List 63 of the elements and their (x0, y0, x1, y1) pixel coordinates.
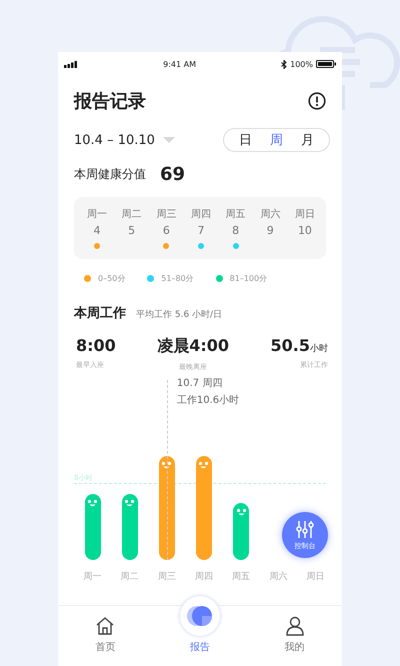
chart-bar[interactable] (122, 494, 138, 560)
weekday-label: 周日 (294, 208, 315, 221)
health-score-label: 本周健康分值 (74, 166, 146, 183)
date-label: 9 (266, 224, 274, 237)
axis-label: 周六 (268, 570, 288, 583)
weekday-label: 周三 (156, 208, 176, 221)
date-range-dropdown[interactable]: 10.4 – 10.10 (74, 132, 175, 148)
smiley-icon (124, 499, 136, 508)
nav-tab[interactable]: 首页 (70, 606, 140, 666)
axis-label: 周日 (305, 571, 326, 583)
chart-bar[interactable] (84, 494, 101, 560)
stat-value: 50.5 (270, 336, 310, 355)
nav-tab[interactable]: 报告 (164, 591, 235, 666)
average-work-text: 平均工作 5.6 小时/日 (136, 308, 222, 321)
signal-icon (64, 60, 78, 68)
axis-label: 周五 (231, 571, 252, 583)
period-tab[interactable]: 日 (230, 129, 261, 151)
weekday-label: 周六 (260, 208, 280, 221)
battery-icon (316, 60, 336, 68)
chart-bar[interactable] (233, 502, 250, 560)
date-label: 8 (232, 224, 240, 237)
nav-tab[interactable]: 我的 (260, 606, 330, 666)
tooltip-text: 工作10.6小时 (176, 394, 240, 407)
weekday-label: 周二 (122, 208, 142, 221)
legend-label: 0–50分 (98, 273, 126, 284)
smiley-icon (236, 508, 247, 517)
weekday-label: 周五 (226, 208, 246, 221)
stat-unit: 小时 (310, 342, 328, 355)
bluetooth-icon (281, 60, 288, 68)
period-tab[interactable]: 月 (292, 129, 323, 151)
stat-value: 8:00 (76, 336, 116, 355)
smiley-icon (198, 461, 210, 470)
chart-icon (180, 596, 220, 636)
health-score: 69 (160, 164, 186, 185)
sliders-icon (295, 519, 315, 539)
period-tab[interactable]: 周 (261, 129, 292, 151)
legend-label: 81–100分 (230, 273, 268, 284)
axis-label: 周四 (194, 571, 214, 583)
date-label: 7 (197, 224, 204, 237)
person-icon (284, 616, 305, 636)
date-label: 4 (94, 224, 100, 237)
chart-bar[interactable] (158, 456, 175, 560)
caret-icon (162, 136, 175, 144)
smiley-icon (87, 499, 98, 508)
axis-label: 周三 (156, 571, 177, 583)
tooltip-text: 10.7 周四 (176, 377, 224, 390)
weekday-label: 周一 (87, 208, 107, 221)
weekday-label: 周四 (190, 208, 211, 221)
home-icon (95, 616, 116, 636)
section-title: 本周工作 (74, 305, 126, 322)
status-time: 9:41 AM (163, 60, 196, 68)
axis-label: 周二 (120, 571, 140, 583)
date-label: 6 (162, 224, 170, 237)
battery-level: 100% (290, 60, 313, 68)
info-icon[interactable] (308, 92, 326, 110)
axis-label: 周一 (82, 571, 103, 583)
stat-value: 凌晨4:00 (157, 336, 230, 357)
smiley-icon (161, 461, 172, 470)
chart-bar[interactable] (196, 456, 212, 560)
legend-label: 51–80分 (161, 273, 194, 284)
page-title: 报告记录 (74, 90, 146, 113)
date-label: 5 (128, 224, 136, 237)
date-label: 10 (298, 224, 312, 237)
